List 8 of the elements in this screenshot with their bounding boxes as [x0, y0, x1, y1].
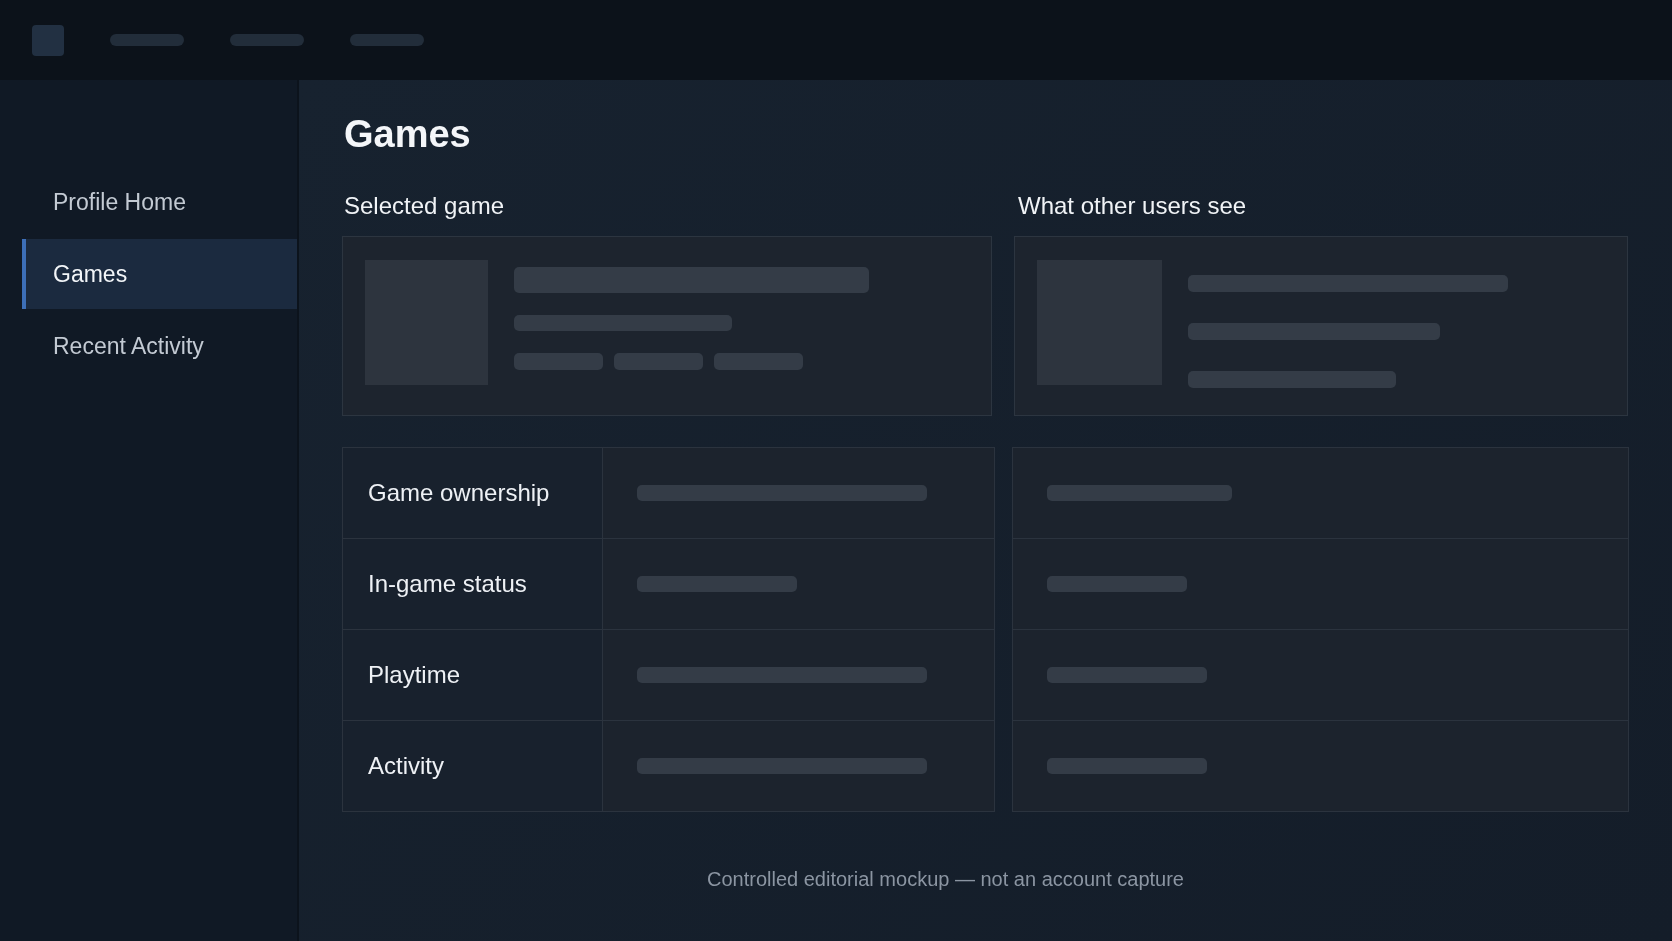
page-title: Games: [344, 112, 472, 157]
sidebar-item[interactable]: Recent Activity: [22, 311, 297, 381]
logo-icon[interactable]: [32, 24, 64, 56]
sidebar-item[interactable]: Profile Home: [22, 167, 297, 237]
footer-note: Controlled editorial mockup — not an account capture: [707, 867, 1184, 890]
section-heading: Selected game: [344, 191, 505, 219]
section-heading: What other users see: [1018, 191, 1247, 219]
sidebar-item[interactable]: Games: [22, 239, 297, 309]
